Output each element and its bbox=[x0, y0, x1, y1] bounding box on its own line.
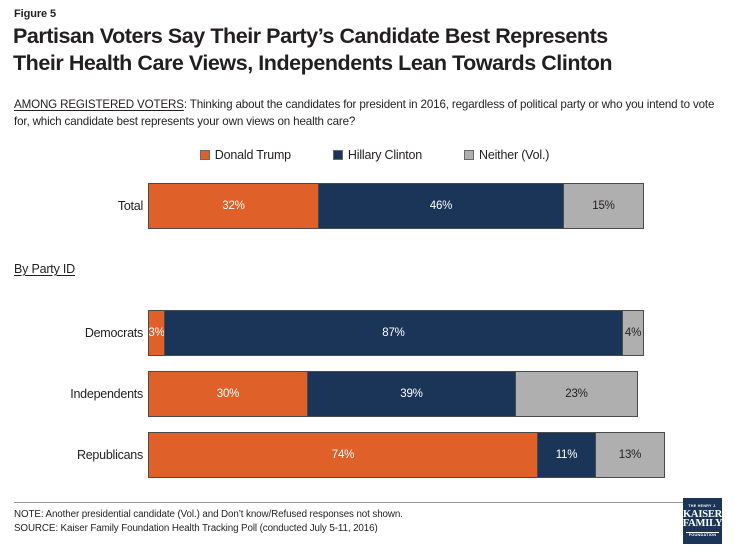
legend-label-donald-trump: Donald Trump bbox=[214, 148, 291, 162]
bar-category-label-independents: Independents bbox=[70, 387, 143, 401]
chart-plot-area: Total 32% 46% 15% By Party ID Democrats … bbox=[0, 0, 735, 551]
bar-value-democrats-clinton: 87% bbox=[382, 327, 405, 339]
bar-value-total-clinton: 46% bbox=[429, 200, 453, 212]
bar-value-independents-clinton: 39% bbox=[400, 388, 423, 400]
bar-segment-republicans-trump[interactable]: 74% bbox=[148, 432, 538, 478]
bar-row-republicans: Republicans 74% 11% 13% bbox=[0, 432, 735, 478]
bar-segment-democrats-trump[interactable]: 3% bbox=[148, 310, 165, 356]
legend-swatch-icon-hillary-clinton bbox=[332, 150, 343, 160]
bar-value-total-neither: 15% bbox=[592, 200, 615, 212]
bar-row-total: Total 32% 46% 15% bbox=[0, 183, 735, 229]
bar-segment-independents-neither[interactable]: 23% bbox=[515, 371, 638, 417]
chart-legend: Donald Trump Hillary Clinton Neither (Vo… bbox=[0, 148, 735, 162]
legend-item-neither[interactable]: Neither (Vol.) bbox=[464, 148, 549, 162]
bar-track-independents: 30% 39% 23% bbox=[148, 371, 638, 417]
group-label-by-party-id: By Party ID bbox=[14, 262, 76, 276]
legend-label-neither: Neither (Vol.) bbox=[479, 148, 550, 162]
bar-category-label-total: Total bbox=[117, 199, 143, 213]
legend-label-hillary-clinton: Hillary Clinton bbox=[347, 148, 423, 162]
bar-segment-independents-clinton[interactable]: 39% bbox=[307, 371, 516, 417]
bar-value-democrats-trump: 3% bbox=[148, 327, 165, 339]
bar-track-republicans: 74% 11% 13% bbox=[148, 432, 665, 478]
footer-note-line: NOTE: Another presidential candidate (Vo… bbox=[14, 509, 403, 520]
question-prefix: AMONG REGISTERED VOTERS bbox=[14, 98, 184, 111]
survey-question: AMONG REGISTERED VOTERS: Thinking about … bbox=[14, 96, 726, 130]
logo-line-family: FAMILY bbox=[682, 518, 723, 530]
bar-row-democrats: Democrats 3% 87% 4% bbox=[0, 310, 735, 356]
footer-divider bbox=[14, 502, 721, 503]
bar-value-independents-trump: 30% bbox=[216, 388, 240, 400]
title-line-2: Their Health Care Views, Independents Le… bbox=[13, 51, 613, 75]
page-title: Partisan Voters Say Their Party’s Candid… bbox=[13, 23, 723, 77]
bar-value-independents-neither: 23% bbox=[565, 388, 588, 400]
legend-item-hillary-clinton[interactable]: Hillary Clinton bbox=[332, 148, 423, 162]
bar-segment-republicans-neither[interactable]: 13% bbox=[595, 432, 665, 478]
bar-value-republicans-neither: 13% bbox=[618, 449, 642, 461]
bar-value-democrats-neither: 4% bbox=[624, 327, 642, 339]
bar-row-independents: Independents 30% 39% 23% bbox=[0, 371, 735, 417]
bar-value-republicans-clinton: 11% bbox=[555, 449, 578, 461]
footer-notes: NOTE: Another presidential candidate (Vo… bbox=[14, 508, 574, 535]
bar-segment-total-clinton[interactable]: 46% bbox=[318, 183, 564, 229]
legend-swatch-icon-neither bbox=[464, 150, 475, 160]
bar-segment-total-trump[interactable]: 32% bbox=[148, 183, 319, 229]
logo-line-henry-j: THE HENRY J. bbox=[688, 503, 717, 508]
logo-line-foundation: FOUNDATION bbox=[685, 531, 720, 538]
kaiser-family-foundation-logo[interactable]: THE HENRY J. KAISER FAMILY FOUNDATION bbox=[682, 498, 723, 544]
title-line-1: Partisan Voters Say Their Party’s Candid… bbox=[13, 24, 608, 48]
bar-track-democrats: 3% 87% 4% bbox=[148, 310, 644, 356]
bar-segment-democrats-clinton[interactable]: 87% bbox=[164, 310, 623, 356]
bar-segment-total-neither[interactable]: 15% bbox=[563, 183, 644, 229]
bar-segment-independents-trump[interactable]: 30% bbox=[148, 371, 308, 417]
legend-swatch-icon-donald-trump bbox=[199, 150, 210, 160]
footer-source-line: SOURCE: Kaiser Family Foundation Health … bbox=[14, 522, 378, 534]
legend-item-donald-trump[interactable]: Donald Trump bbox=[199, 148, 291, 162]
bar-category-label-republicans: Republicans bbox=[76, 448, 143, 462]
bar-segment-democrats-neither[interactable]: 4% bbox=[622, 310, 644, 356]
bar-track-total: 32% 46% 15% bbox=[148, 183, 644, 229]
bar-segment-republicans-clinton[interactable]: 11% bbox=[537, 432, 596, 478]
bar-value-total-trump: 32% bbox=[222, 200, 245, 212]
figure-container: Figure 5 Partisan Voters Say Their Party… bbox=[0, 0, 735, 551]
bar-value-republicans-trump: 74% bbox=[331, 449, 355, 461]
figure-number: Figure 5 bbox=[14, 8, 56, 20]
bar-category-label-democrats: Democrats bbox=[84, 326, 143, 340]
